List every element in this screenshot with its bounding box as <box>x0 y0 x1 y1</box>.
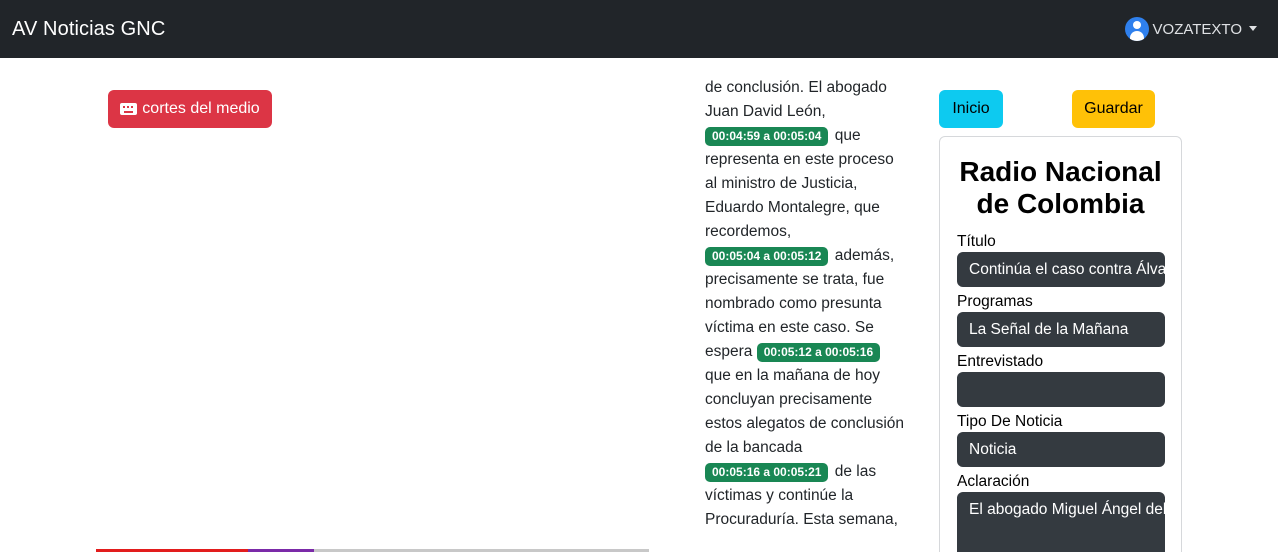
programas-field[interactable]: La Señal de la Mañana <box>957 312 1165 347</box>
navbar-brand[interactable]: AV Noticias GNC <box>12 18 165 41</box>
tipo-noticia-label: Tipo De Noticia <box>957 413 1063 430</box>
media-title: Radio Nacional de Colombia <box>959 156 1162 219</box>
tipo-noticia-field[interactable]: Noticia <box>957 432 1165 467</box>
inicio-button[interactable]: Inicio <box>939 90 1003 128</box>
transcript-intro-1: de conclusión. El abogado <box>705 79 887 96</box>
titulo-label: Título <box>957 233 996 250</box>
transcript-intro-2: Juan David León, <box>705 103 826 120</box>
caret-down-icon <box>1249 25 1257 31</box>
entrevistado-label: Entrevistado <box>957 353 1044 370</box>
user-name: VOZATEXTO <box>1152 20 1242 38</box>
top-navbar: AV Noticias GNC VOZATEXTO <box>0 0 1278 58</box>
news-form-card: Radio Nacional de Colombia Título Contin… <box>939 136 1182 552</box>
aclaracion-textarea[interactable]: El abogado Miguel Ángel del Río <box>957 492 1165 552</box>
keyboard-icon <box>120 103 138 115</box>
timestamp-badge[interactable]: 00:05:16 a 00:05:21 <box>705 463 829 482</box>
guardar-button[interactable]: Guardar <box>1072 90 1155 128</box>
transcript-segment-text: que en la mañana de hoy concluyan precis… <box>705 367 905 456</box>
timestamp-badge[interactable]: 00:05:04 a 00:05:12 <box>705 247 829 266</box>
programas-label: Programas <box>957 293 1033 310</box>
cortes-del-medio-button[interactable]: cortes del medio <box>108 90 272 128</box>
cortes-label: cortes del medio <box>142 100 260 117</box>
user-circle-icon <box>1124 17 1149 41</box>
timestamp-badge[interactable]: 00:05:12 a 00:05:16 <box>756 343 881 362</box>
timestamp-badge[interactable]: 00:04:59 a 00:05:04 <box>705 127 829 146</box>
titulo-field[interactable]: Continúa el caso contra Álvaro Uribe <box>957 252 1165 287</box>
transcript-panel: de conclusión. El abogado Juan David Leó… <box>705 76 905 532</box>
aclaracion-label: Aclaración <box>957 473 1030 490</box>
user-menu[interactable]: VOZATEXTO <box>1124 17 1257 41</box>
entrevistado-field[interactable] <box>957 372 1165 407</box>
